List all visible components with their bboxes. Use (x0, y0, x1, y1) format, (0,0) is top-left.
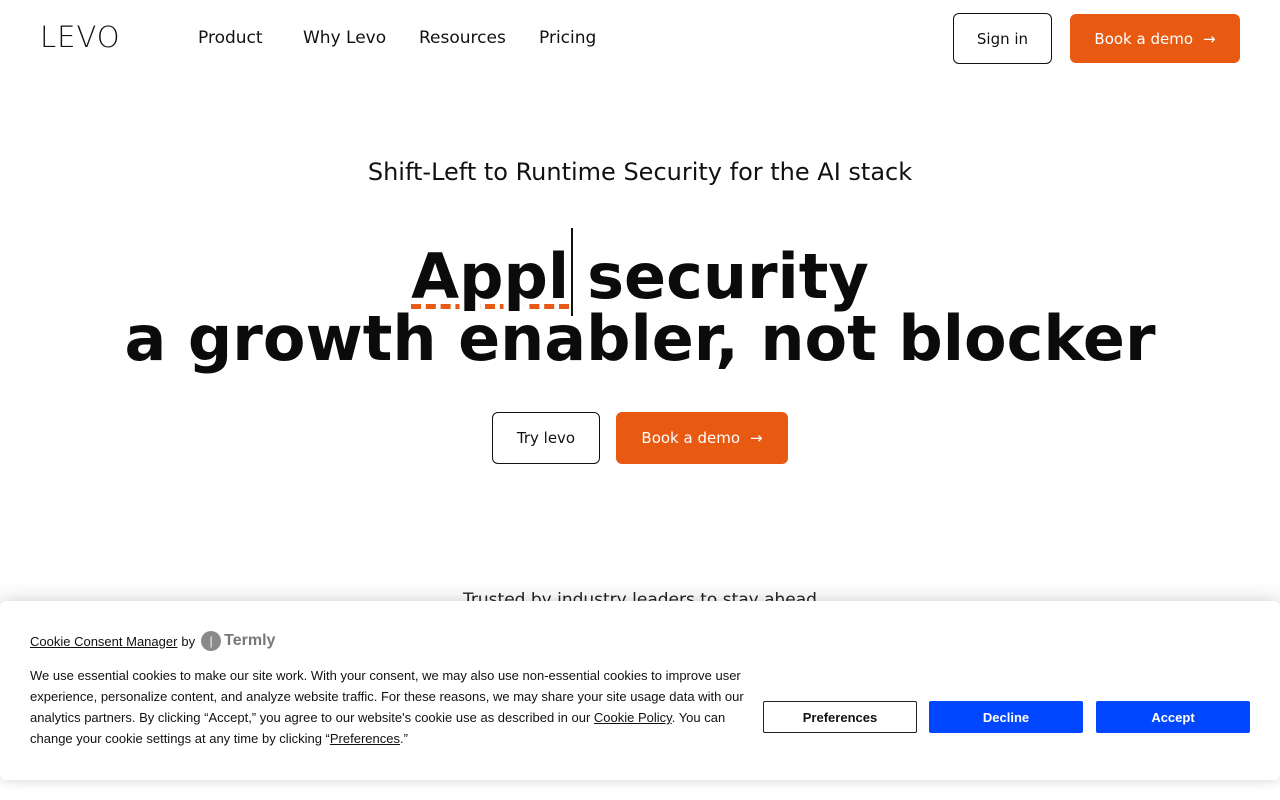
arrow-right-icon: → (750, 429, 763, 447)
cookie-policy-link[interactable]: Cookie Policy (594, 710, 672, 725)
accept-button[interactable]: Accept (1096, 701, 1250, 733)
arrow-right-icon: → (1203, 29, 1216, 48)
termly-brand: Termly (224, 632, 276, 649)
try-levo-label: Try levo (516, 429, 576, 447)
header-book-demo-label: Book a demo (1094, 29, 1194, 48)
sign-in-label: Sign in (976, 29, 1029, 48)
nav-item-resources[interactable]: Resources (419, 26, 506, 50)
preferences-button[interactable]: Preferences (763, 701, 917, 733)
cookie-description: We use essential cookies to make our sit… (30, 665, 750, 749)
termly-logo: ❘ Termly (201, 631, 275, 651)
hero-headline-line2: a growth enabler, not blocker (124, 302, 1156, 375)
header-book-demo-button[interactable]: Book a demo → (1070, 14, 1240, 63)
sign-in-button[interactable]: Sign in (953, 13, 1052, 64)
decline-button[interactable]: Decline (929, 701, 1083, 733)
site-header: LEVO Product Why Levo Resources Pricing … (0, 0, 1280, 76)
hero-eyebrow: Shift-Left to Runtime Security for the A… (367, 158, 913, 186)
cookie-text-part3: .” (399, 731, 408, 746)
cookie-consent-banner: Cookie Consent Manager by ❘ Termly We us… (0, 601, 1280, 780)
cookie-manager-heading: Cookie Consent Manager by ❘ Termly (30, 631, 275, 651)
hero-book-demo-button[interactable]: Book a demo → (616, 412, 788, 464)
by-text: by (181, 633, 196, 649)
nav-item-why-levo[interactable]: Why Levo (303, 26, 386, 50)
preferences-link[interactable]: Preferences (330, 731, 400, 746)
termly-badge-icon: ❘ (201, 631, 222, 651)
levo-logo[interactable]: LEVO (40, 22, 121, 52)
nav-item-product[interactable]: Product (198, 26, 263, 50)
try-levo-button[interactable]: Try levo (492, 412, 600, 464)
hero-actions: Try levo Book a demo → (0, 412, 1280, 464)
cookie-consent-manager-link[interactable]: Cookie Consent Manager (30, 634, 177, 649)
hero-book-demo-label: Book a demo (641, 429, 741, 447)
nav-item-pricing[interactable]: Pricing (539, 26, 596, 50)
